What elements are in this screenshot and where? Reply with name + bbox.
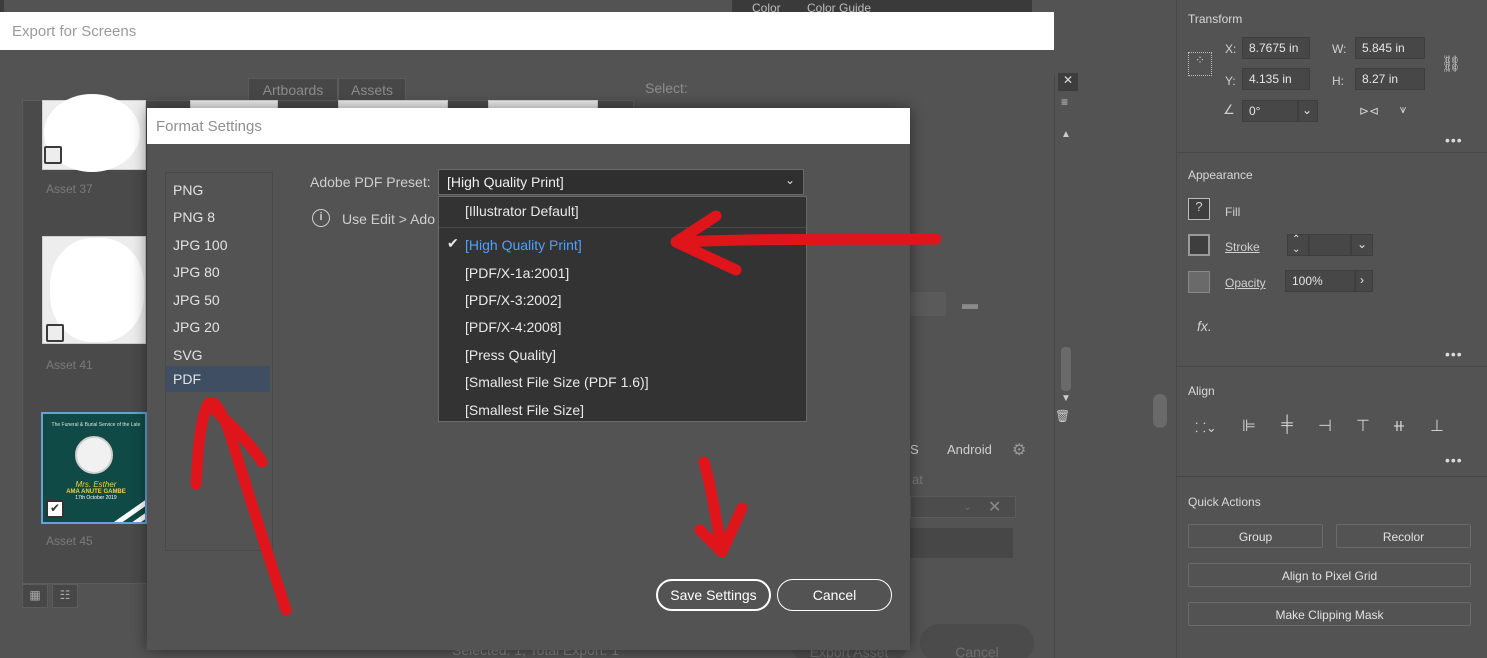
annotation-arrows — [190, 210, 942, 616]
arrow-to-preset — [674, 233, 942, 248]
